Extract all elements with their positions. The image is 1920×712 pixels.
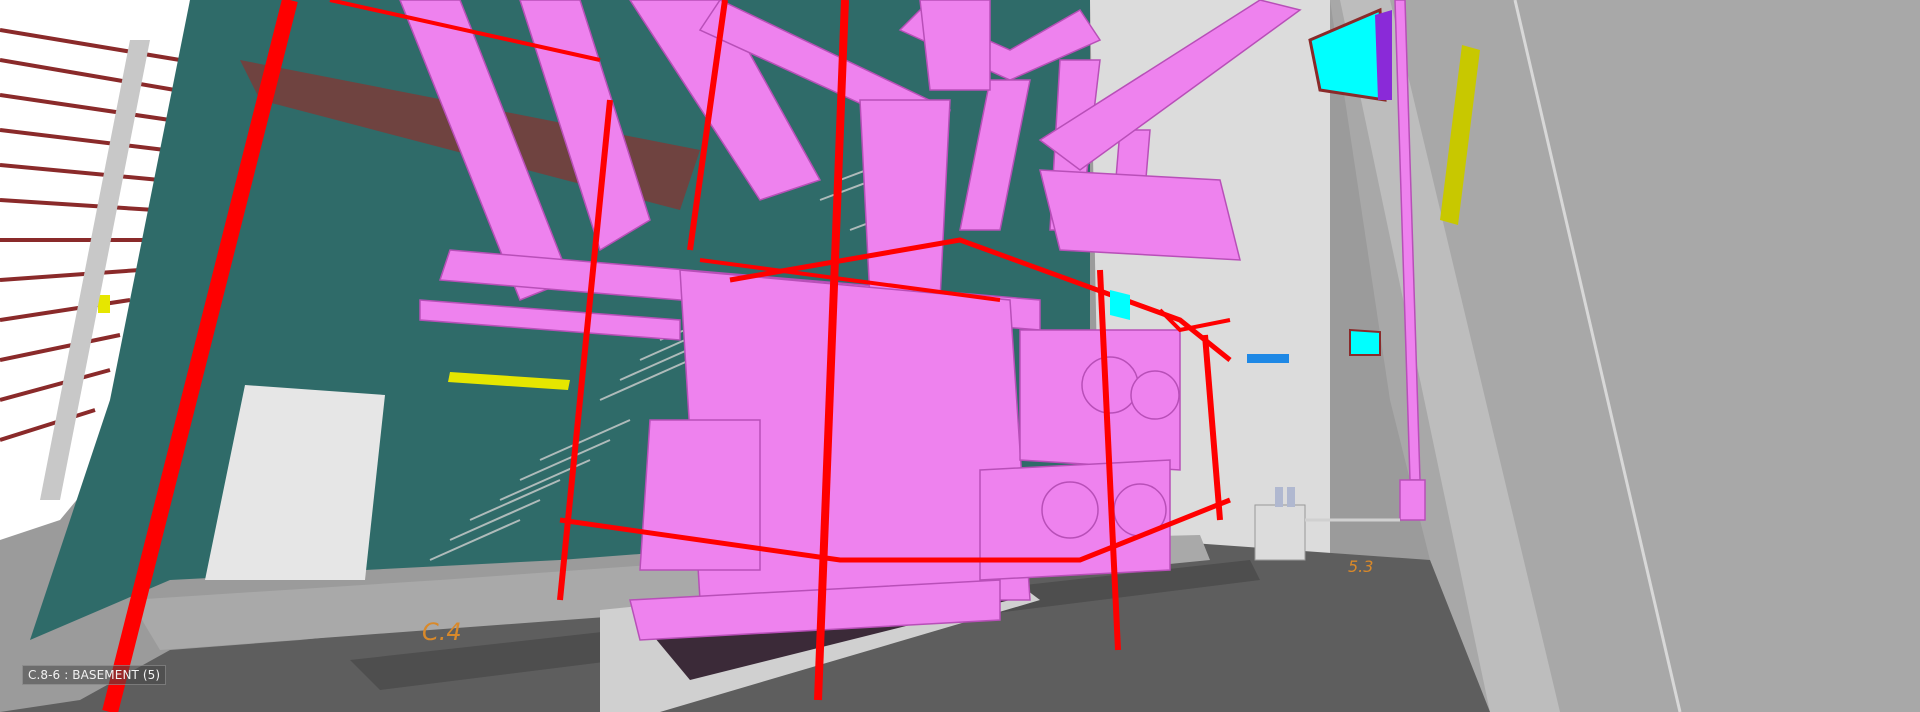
fan-1 — [1081, 356, 1139, 414]
grid-label-53: 5.3 — [1348, 557, 1373, 576]
cyan-box — [1349, 328, 1381, 356]
view-name-tag: C.8-6 : BASEMENT (5) — [22, 665, 167, 685]
conservator-tank — [919, 0, 991, 91]
junction-box — [1254, 504, 1306, 561]
blue-marker — [1247, 354, 1289, 363]
fan-2 — [1130, 370, 1180, 420]
3d-scene-canvas[interactable]: C.4 5.3 — [0, 0, 1920, 712]
main-bushing — [859, 99, 951, 301]
pipe-fitting — [1399, 479, 1426, 521]
fan-3 — [1041, 481, 1099, 539]
side-frame — [1039, 169, 1241, 261]
facade-marker — [98, 295, 110, 313]
grid-label-c4: C.4 — [422, 618, 462, 646]
junction-cable-1 — [1275, 487, 1283, 507]
duct-side — [1375, 10, 1392, 100]
junction-cable-2 — [1287, 487, 1295, 507]
3d-viewport[interactable]: C.4 5.3 C.8-6: BASEMENT (5) — [0, 0, 1920, 712]
cyan-marker — [1110, 290, 1130, 320]
